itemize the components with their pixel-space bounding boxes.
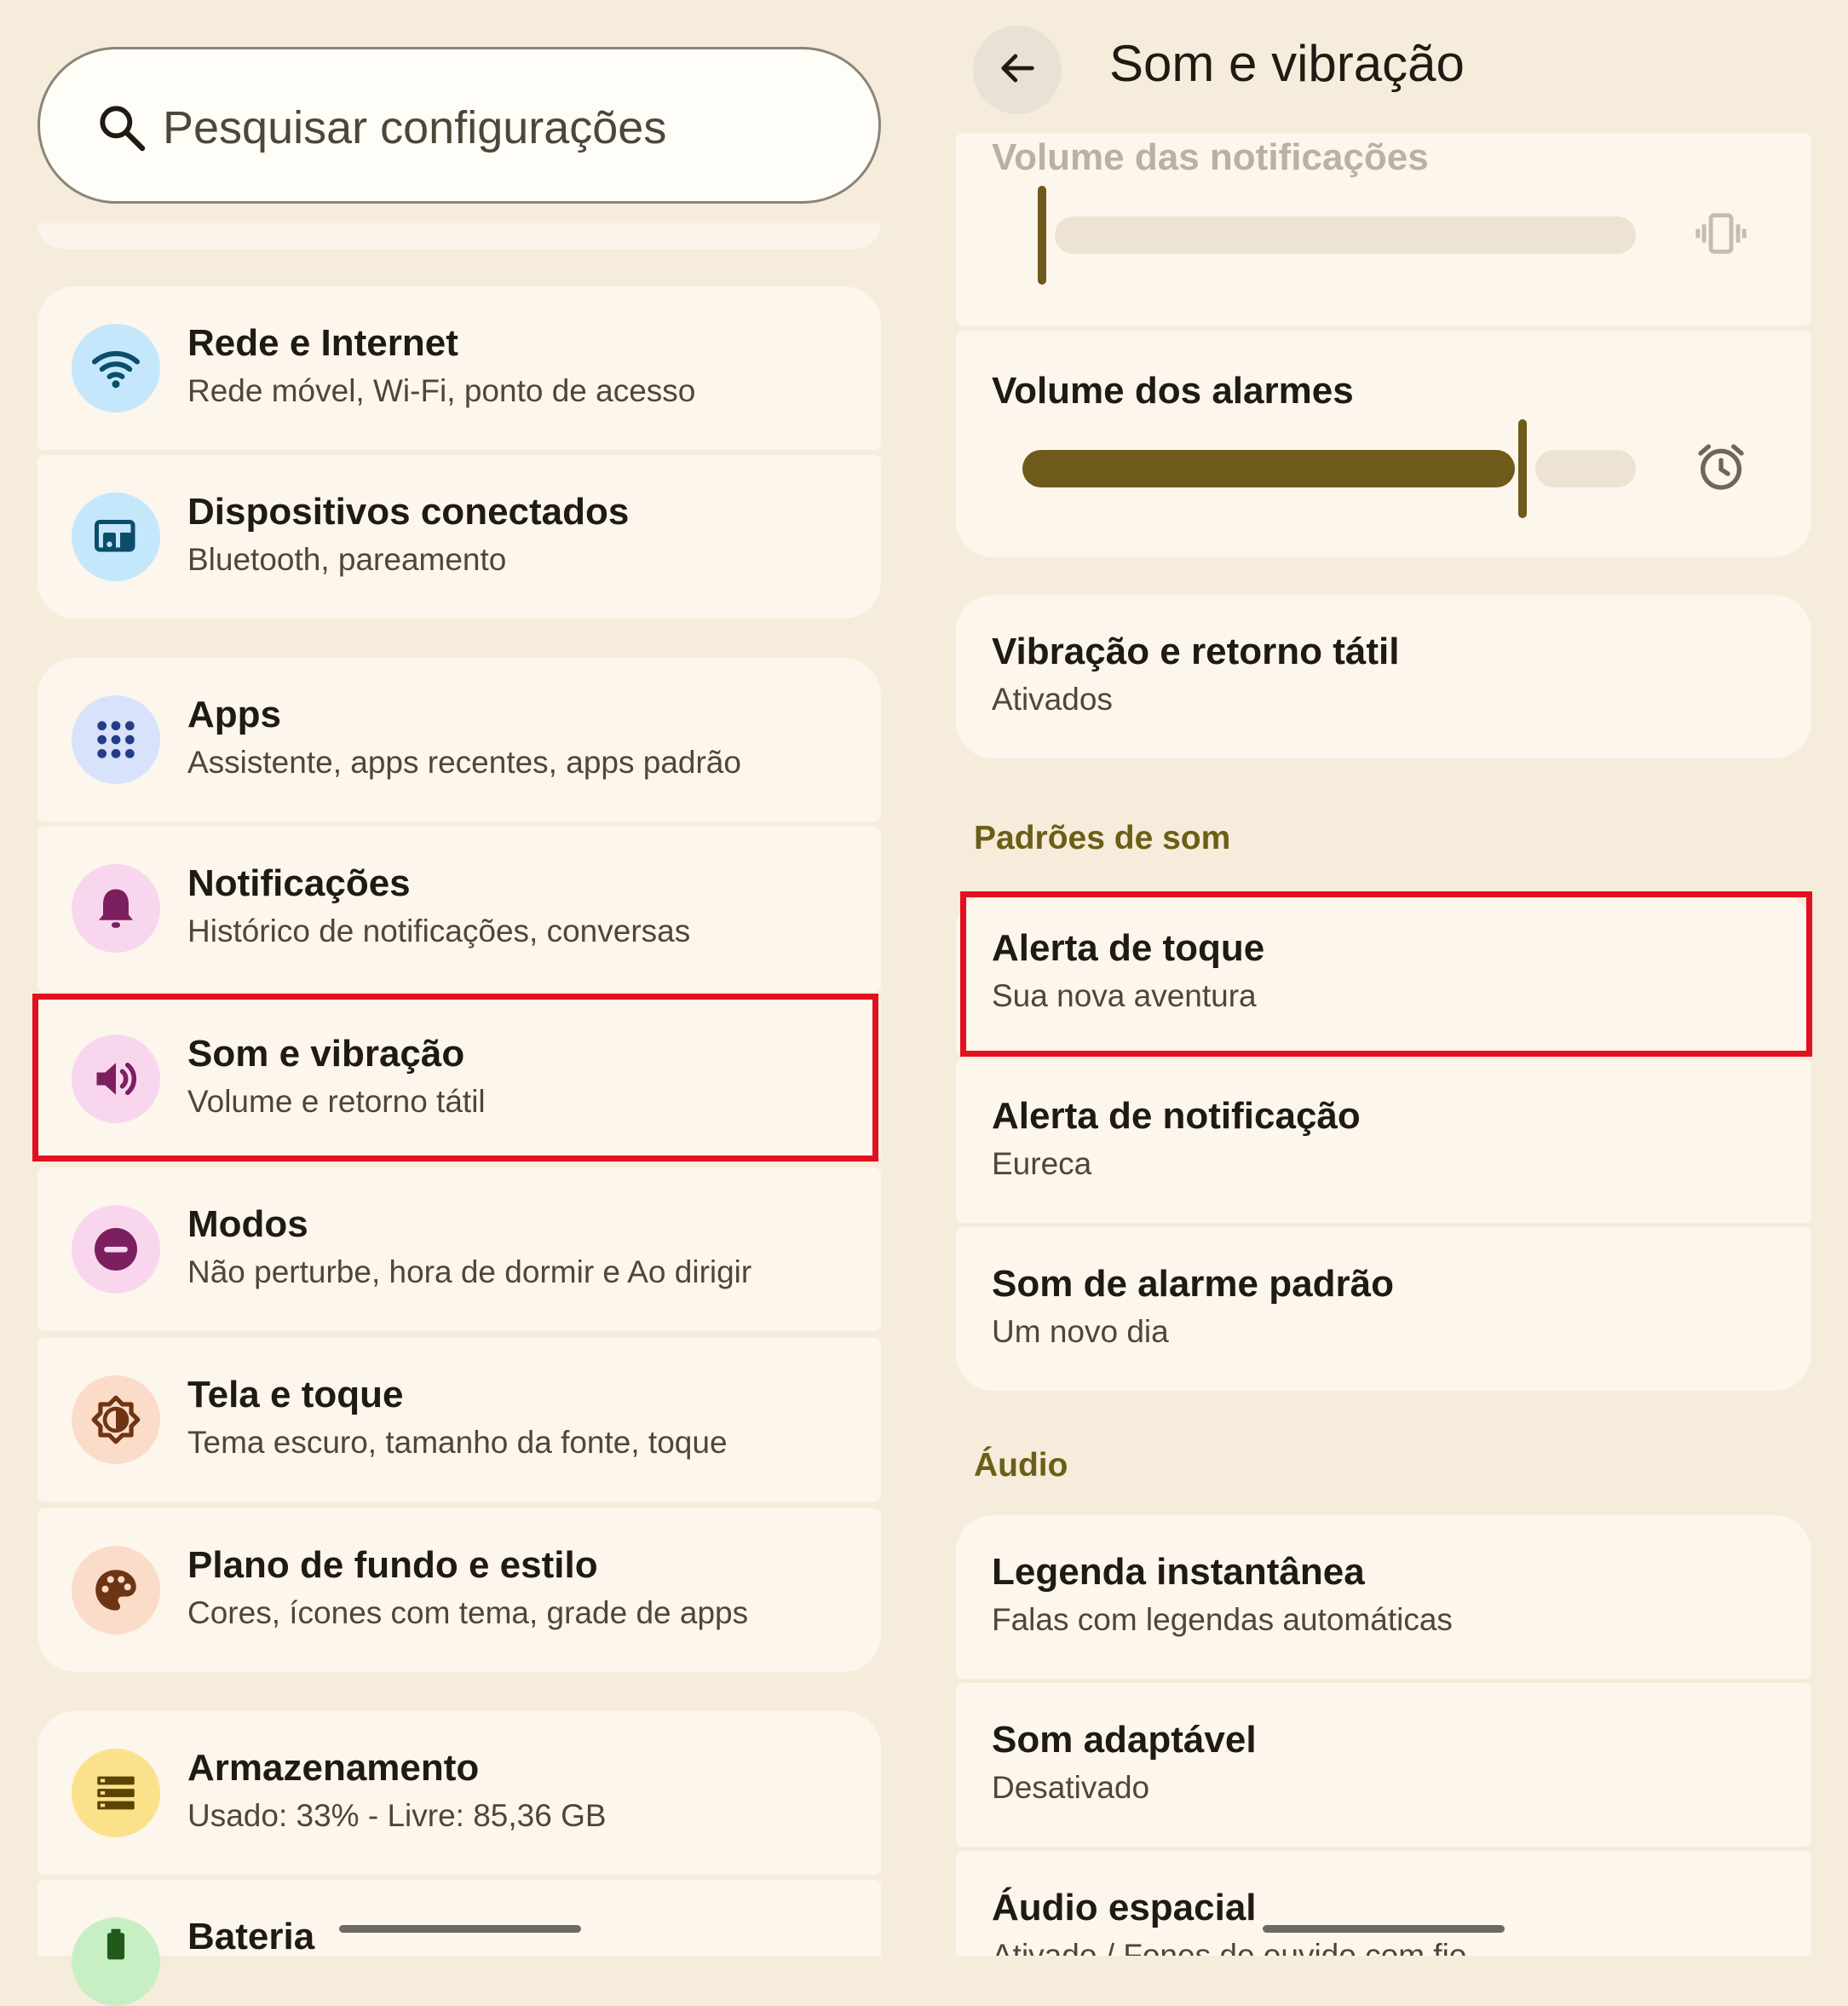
bell-icon xyxy=(72,864,160,953)
ringtone-item[interactable]: Alerta de toque Sua nova aventura xyxy=(956,891,1811,1055)
settings-item-subtitle: Assistente, apps recentes, apps padrão xyxy=(187,745,741,780)
connected-devices-icon xyxy=(72,493,160,581)
settings-item-title: Dispositivos conectados xyxy=(187,491,630,533)
vibration-haptics-item[interactable]: Vibração e retorno tátil Ativados xyxy=(956,595,1811,758)
alarm-volume-slider[interactable] xyxy=(1535,450,1636,487)
back-button[interactable] xyxy=(973,26,1062,114)
alarm-volume-fill xyxy=(1022,450,1515,487)
settings-item-subtitle: Volume e retorno tátil xyxy=(187,1084,486,1119)
spatial-audio-item[interactable]: Áudio espacial Ativado / Fones de ouvido… xyxy=(956,1851,1811,1956)
vibrate-icon xyxy=(1694,206,1748,265)
settings-item-title: Armazenamento xyxy=(187,1747,480,1789)
page-title: Som e vibração xyxy=(1109,35,1465,92)
notification-volume-thumb[interactable] xyxy=(1038,186,1046,285)
notification-volume-label: Volume das notificações xyxy=(992,136,1429,178)
vibration-haptics-subtitle: Ativados xyxy=(992,682,1113,717)
settings-item-subtitle: Tema escuro, tamanho da fonte, toque xyxy=(187,1425,728,1460)
brightness-icon xyxy=(72,1375,160,1464)
settings-item-storage[interactable]: Armazenamento Usado: 33% - Livre: 85,36 … xyxy=(37,1711,881,1875)
section-header-sound-patterns: Padrões de som xyxy=(974,820,1231,856)
default-alarm-sound-title: Som de alarme padrão xyxy=(992,1263,1394,1305)
notification-sound-item[interactable]: Alerta de notificação Eureca xyxy=(956,1059,1811,1223)
search-icon xyxy=(95,101,149,155)
settings-item-modes[interactable]: Modos Não perturbe, hora de dormir e Ao … xyxy=(37,1167,881,1331)
notification-sound-title: Alerta de notificação xyxy=(992,1095,1361,1137)
alarm-volume-label: Volume dos alarmes xyxy=(992,370,1354,412)
settings-item-subtitle: Rede móvel, Wi-Fi, ponto de acesso xyxy=(187,373,696,408)
speaker-icon xyxy=(72,1035,160,1123)
alarm-volume-thumb[interactable] xyxy=(1518,419,1527,518)
spatial-audio-title: Áudio espacial xyxy=(992,1887,1257,1928)
notification-sound-subtitle: Eureca xyxy=(992,1146,1092,1181)
settings-item-sound-vibration[interactable]: Som e vibração Volume e retorno tátil xyxy=(37,997,881,1161)
settings-item-subtitle: Histórico de notificações, conversas xyxy=(187,914,691,948)
do-not-disturb-icon xyxy=(72,1205,160,1294)
settings-item-title: Modos xyxy=(187,1203,308,1245)
settings-item-network[interactable]: Rede e Internet Rede móvel, Wi-Fi, ponto… xyxy=(37,286,881,450)
apps-grid-icon xyxy=(72,695,160,784)
settings-item-notifications[interactable]: Notificações Histórico de notificações, … xyxy=(37,827,881,992)
live-caption-subtitle: Falas com legendas automáticas xyxy=(992,1602,1453,1637)
notification-volume-slider[interactable] xyxy=(1055,216,1636,254)
settings-item-title: Plano de fundo e estilo xyxy=(187,1544,598,1586)
settings-item-subtitle: Cores, ícones com tema, grade de apps xyxy=(187,1595,749,1630)
settings-item-connected-devices[interactable]: Dispositivos conectados Bluetooth, parea… xyxy=(37,455,881,619)
search-bar[interactable]: Pesquisar configurações xyxy=(37,47,881,204)
live-caption-title: Legenda instantânea xyxy=(992,1551,1365,1593)
settings-item-subtitle: Usado: 33% - Livre: 85,36 GB xyxy=(187,1798,607,1833)
adaptive-sound-item[interactable]: Som adaptável Desativado xyxy=(956,1683,1811,1847)
ringtone-title: Alerta de toque xyxy=(992,927,1265,969)
settings-item-battery[interactable]: Bateria xyxy=(37,1880,881,2006)
settings-item-title: Apps xyxy=(187,694,281,735)
adaptive-sound-subtitle: Desativado xyxy=(992,1770,1150,1805)
adaptive-sound-title: Som adaptável xyxy=(992,1719,1257,1761)
scroll-indicator-right[interactable] xyxy=(1263,1925,1505,1933)
settings-item-title: Tela e toque xyxy=(187,1374,404,1415)
spatial-audio-subtitle: Ativado / Fones de ouvido com fio xyxy=(992,1938,1467,1956)
vibration-haptics-title: Vibração e retorno tátil xyxy=(992,631,1400,672)
settings-item-title: Som e vibração xyxy=(187,1033,465,1075)
storage-icon xyxy=(72,1749,160,1837)
alarm-clock-icon xyxy=(1694,440,1748,499)
arrow-back-icon xyxy=(995,46,1039,95)
settings-item-wallpaper-style[interactable]: Plano de fundo e estilo Cores, ícones co… xyxy=(37,1508,881,1672)
settings-item-title: Bateria xyxy=(187,1916,315,1957)
default-alarm-sound-subtitle: Um novo dia xyxy=(992,1314,1169,1349)
ringtone-subtitle: Sua nova aventura xyxy=(992,978,1257,1013)
section-header-audio: Áudio xyxy=(974,1447,1068,1484)
live-caption-item[interactable]: Legenda instantânea Falas com legendas a… xyxy=(956,1515,1811,1679)
settings-item-subtitle: Bluetooth, pareamento xyxy=(187,542,507,577)
default-alarm-sound-item[interactable]: Som de alarme padrão Um novo dia xyxy=(956,1227,1811,1391)
settings-item-display[interactable]: Tela e toque Tema escuro, tamanho da fon… xyxy=(37,1338,881,1502)
settings-item-title: Rede e Internet xyxy=(187,322,458,364)
search-placeholder: Pesquisar configurações xyxy=(163,102,667,153)
notification-volume-card: Volume das notificações xyxy=(956,133,1811,326)
scroll-indicator-left[interactable] xyxy=(339,1925,581,1933)
settings-item-title: Notificações xyxy=(187,862,411,904)
settings-item-subtitle: Não perturbe, hora de dormir e Ao dirigi… xyxy=(187,1254,752,1289)
palette-icon xyxy=(72,1546,160,1634)
battery-icon xyxy=(72,1917,160,2006)
wifi-icon xyxy=(72,324,160,412)
settings-item-apps[interactable]: Apps Assistente, apps recentes, apps pad… xyxy=(37,658,881,821)
previous-card-edge xyxy=(37,223,881,249)
alarm-volume-card: Volume dos alarmes xyxy=(956,331,1811,557)
